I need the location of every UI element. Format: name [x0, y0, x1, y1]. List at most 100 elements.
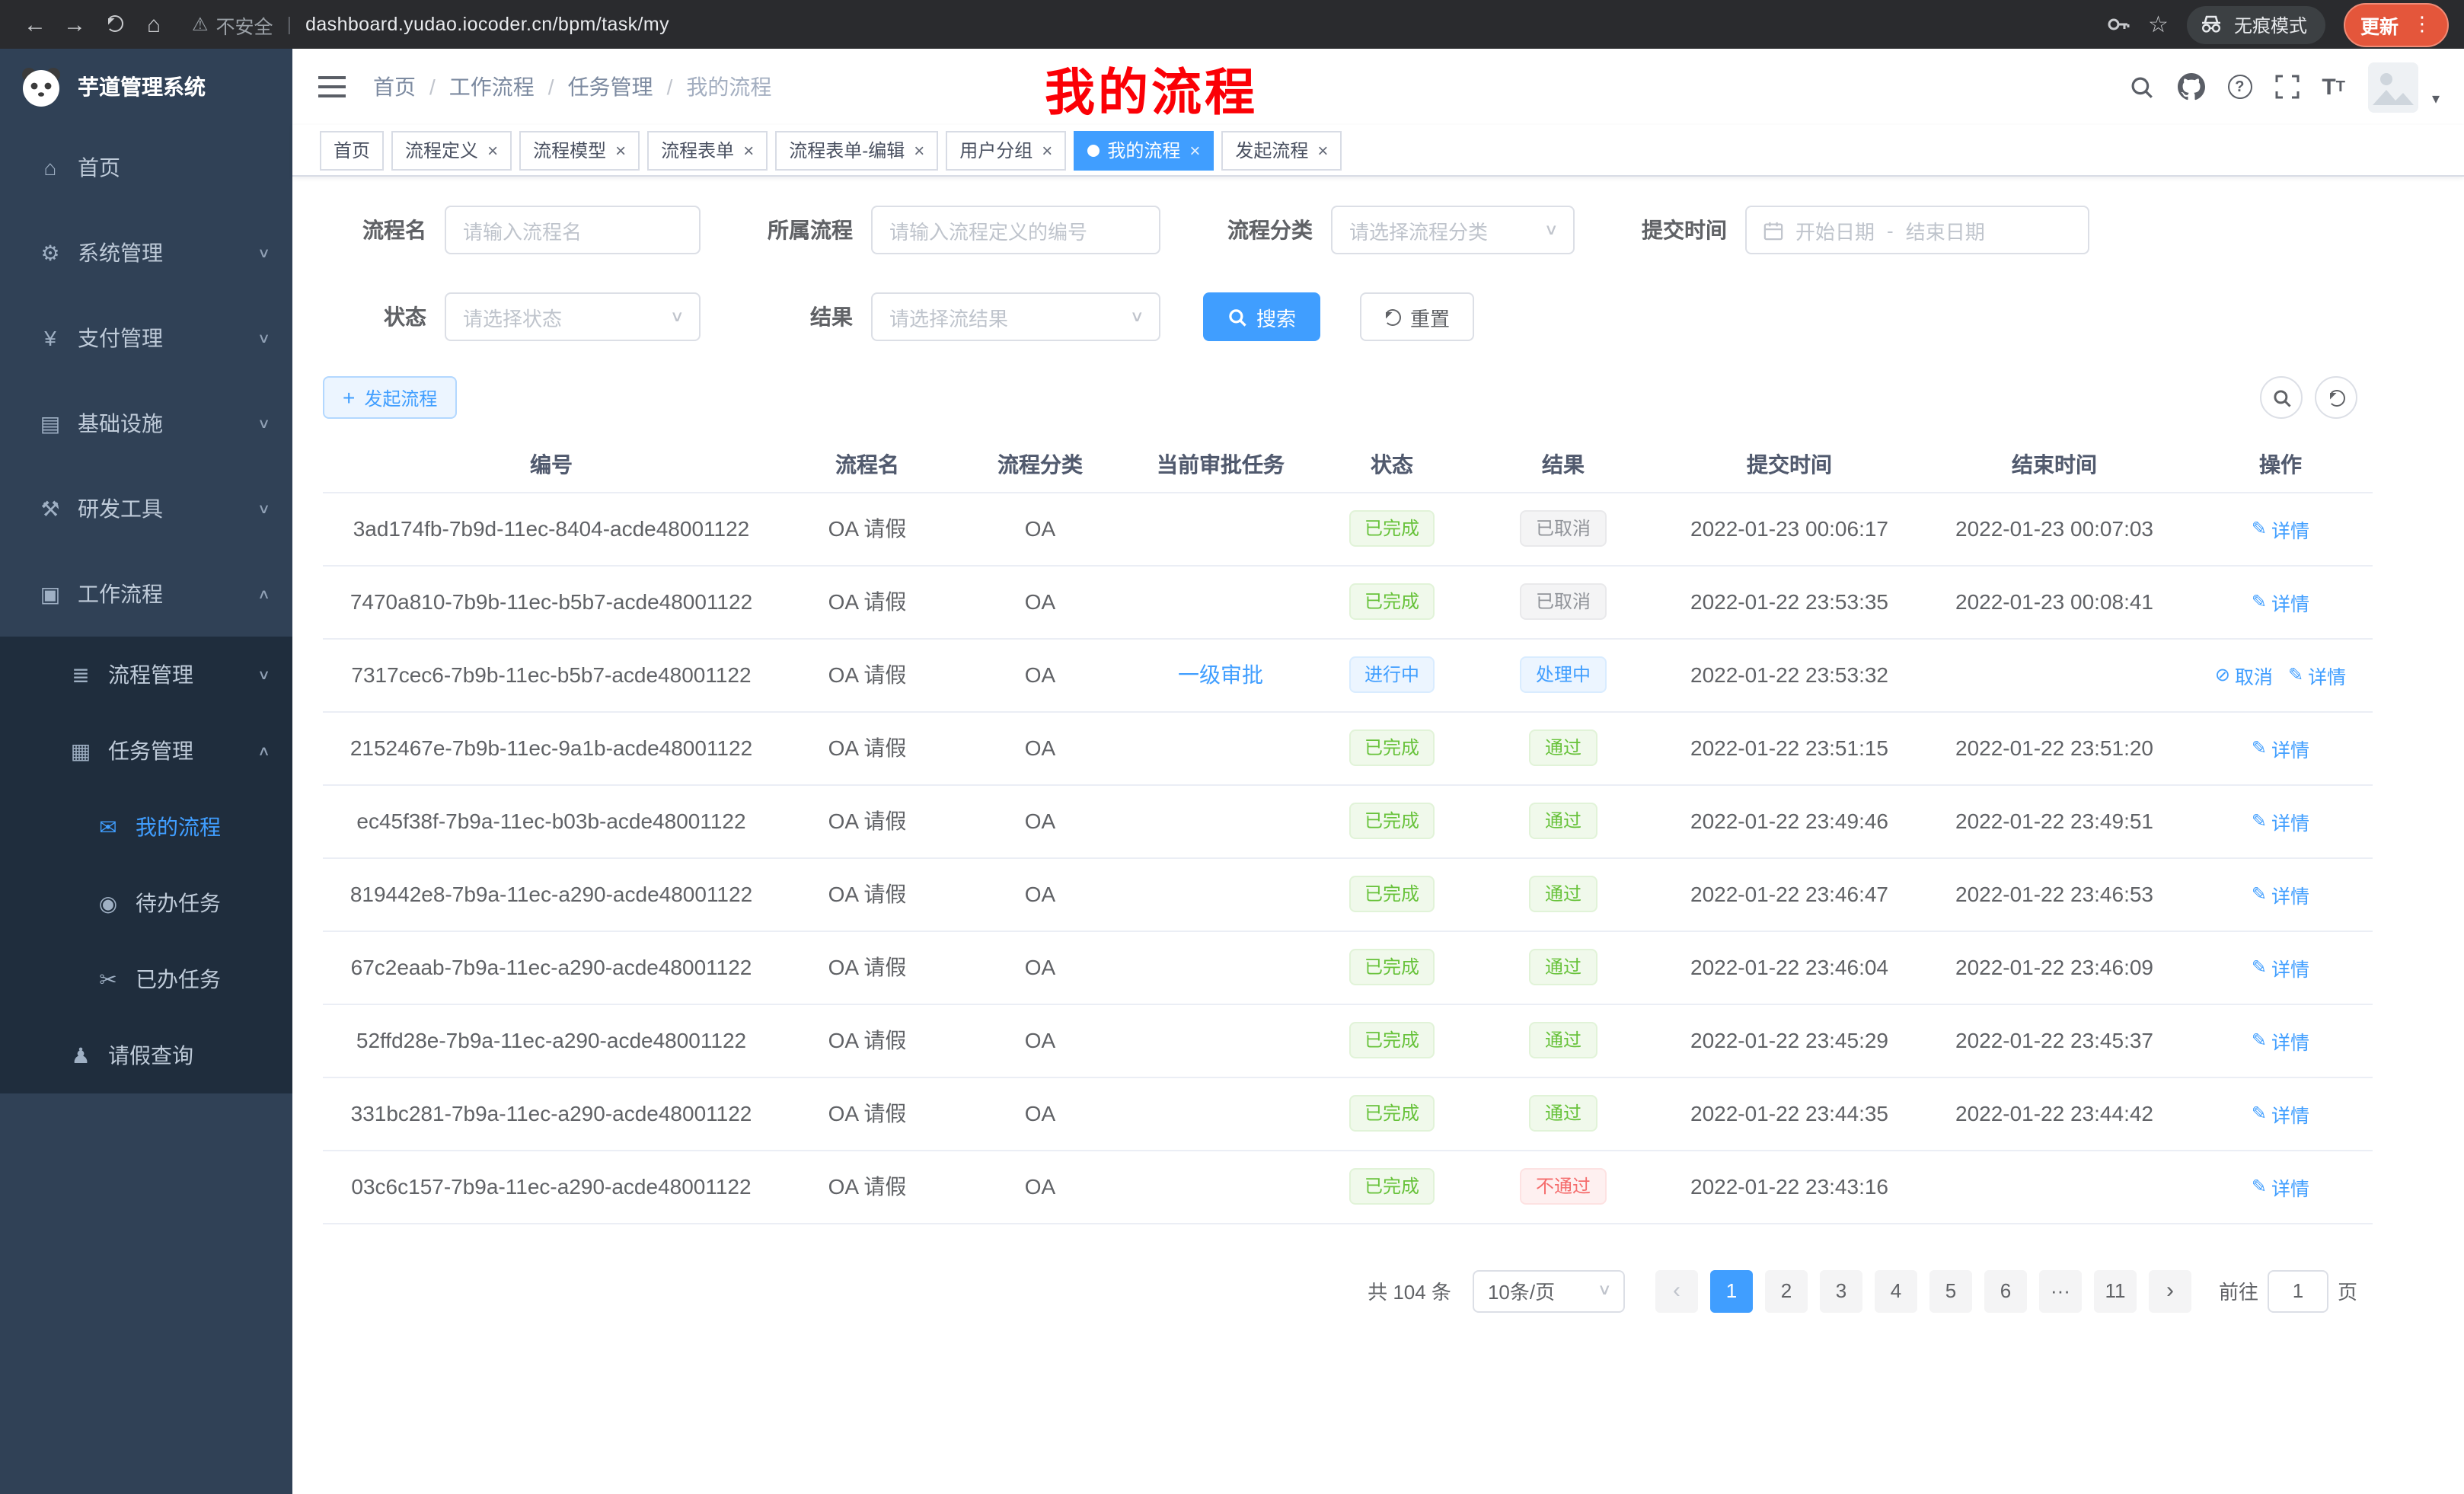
sidebar-item-home[interactable]: ⌂首页: [0, 125, 292, 210]
close-icon[interactable]: ×: [914, 139, 924, 161]
detail-action-link[interactable]: ✎详情: [2252, 587, 2309, 616]
hamburger-icon[interactable]: [292, 85, 346, 88]
status-tag: 已完成: [1349, 729, 1435, 766]
detail-action-link[interactable]: ✎详情: [2252, 1099, 2309, 1128]
page-button-3[interactable]: 3: [1820, 1269, 1862, 1312]
sidebar-item-done-task[interactable]: ✂已办任务: [0, 941, 292, 1017]
chevron-up-icon: ∧: [258, 586, 271, 602]
detail-action-link[interactable]: ✎详情: [2252, 953, 2309, 982]
sidebar-item-leave-query[interactable]: ♟请假查询: [0, 1017, 292, 1093]
search-icon[interactable]: [2128, 74, 2154, 100]
chevron-up-icon: ∧: [258, 742, 271, 759]
search-button[interactable]: 搜索: [1203, 292, 1320, 341]
close-icon[interactable]: ×: [1042, 139, 1052, 161]
process-name-cell: OA 请假: [780, 784, 955, 857]
show-search-button[interactable]: [2260, 376, 2303, 419]
current-task-cell: [1125, 1150, 1316, 1223]
tab-user-group[interactable]: 用户分组×: [946, 130, 1066, 170]
breadcrumb-item[interactable]: 任务管理: [568, 72, 653, 102]
page-size-select[interactable]: 10条/页 ∨: [1473, 1269, 1625, 1312]
tab-my-process[interactable]: 我的流程×: [1074, 130, 1214, 170]
github-icon[interactable]: [2177, 73, 2204, 101]
reset-button[interactable]: 重置: [1360, 292, 1474, 341]
home-icon: ⌂: [34, 155, 67, 180]
status-tag: 已完成: [1349, 803, 1435, 839]
browser-menu-icon[interactable]: ⋮: [2412, 12, 2432, 37]
tab-process-model[interactable]: 流程模型×: [519, 130, 640, 170]
sidebar-item-label: 支付管理: [78, 323, 163, 353]
address-bar[interactable]: ⚠ 不安全 | dashboard.yudao.iocoder.cn/bpm/t…: [192, 10, 2105, 39]
current-task-link[interactable]: 一级审批: [1178, 662, 1263, 687]
close-icon[interactable]: ×: [615, 139, 626, 161]
font-size-icon[interactable]: TT: [2322, 74, 2345, 100]
category-cell: OA: [955, 565, 1125, 638]
close-icon[interactable]: ×: [1189, 139, 1200, 161]
close-icon[interactable]: ×: [743, 139, 754, 161]
process-def-input[interactable]: 请输入流程定义的编号: [871, 206, 1160, 254]
action-label: 详情: [2308, 660, 2346, 689]
action-label: 详情: [2271, 733, 2309, 762]
tab-home[interactable]: 首页: [320, 130, 384, 170]
fullscreen-icon[interactable]: [2274, 75, 2299, 99]
forward-icon[interactable]: →: [55, 11, 94, 37]
edit-icon: ✎: [2252, 810, 2267, 832]
tab-process-form[interactable]: 流程表单×: [647, 130, 768, 170]
sidebar-item-todo-task[interactable]: ◉待办任务: [0, 865, 292, 941]
cancel-action-link[interactable]: ⊘取消: [2215, 660, 2273, 689]
refresh-table-button[interactable]: [2315, 376, 2357, 419]
page-button-11[interactable]: 11: [2094, 1269, 2137, 1312]
result-select[interactable]: 请选择流结果 ∨: [871, 292, 1160, 341]
back-icon[interactable]: ←: [15, 11, 55, 37]
help-icon[interactable]: ?: [2227, 75, 2252, 99]
sidebar-item-infrastructure[interactable]: ▤基础设施∨: [0, 381, 292, 466]
tab-start-process[interactable]: 发起流程×: [1221, 130, 1342, 170]
sidebar-item-my-process[interactable]: ✉我的流程: [0, 789, 292, 865]
close-icon[interactable]: ×: [1317, 139, 1328, 161]
avatar[interactable]: [2368, 62, 2418, 112]
sidebar-item-workflow[interactable]: ▣工作流程∧: [0, 551, 292, 637]
sidebar-item-dev-tools[interactable]: ⚒研发工具∨: [0, 466, 292, 551]
page-button-6[interactable]: 6: [1984, 1269, 2027, 1312]
breadcrumb-item[interactable]: 首页: [373, 72, 416, 102]
detail-action-link[interactable]: ✎详情: [2252, 1026, 2309, 1055]
sidebar-item-task-management[interactable]: ▦任务管理∧: [0, 713, 292, 789]
detail-action-link[interactable]: ✎详情: [2252, 514, 2309, 543]
page-button-2[interactable]: 2: [1765, 1269, 1808, 1312]
page-button-1[interactable]: 1: [1710, 1269, 1753, 1312]
reload-icon[interactable]: [94, 11, 134, 37]
prev-page-button[interactable]: ‹: [1655, 1269, 1698, 1312]
edit-icon: ✎: [2252, 518, 2267, 539]
start-process-button[interactable]: + 发起流程: [323, 376, 457, 419]
tab-process-definition[interactable]: 流程定义×: [391, 130, 512, 170]
goto-page-input[interactable]: 1: [2268, 1269, 2328, 1312]
hamburger-lines: [318, 85, 346, 88]
close-icon[interactable]: ×: [487, 139, 498, 161]
sidebar-item-process-management[interactable]: ≣流程管理∨: [0, 637, 292, 713]
sidebar-item-payment-management[interactable]: ¥支付管理∨: [0, 295, 292, 381]
tab-process-form-edit[interactable]: 流程表单-编辑×: [775, 130, 938, 170]
more-pages-button[interactable]: ···: [2039, 1269, 2082, 1312]
detail-action-link[interactable]: ✎详情: [2288, 660, 2346, 689]
password-key-icon[interactable]: [2105, 12, 2130, 37]
sidebar-item-system-management[interactable]: ⚙系统管理∨: [0, 210, 292, 295]
bookmark-star-icon[interactable]: ☆: [2148, 11, 2169, 38]
status-select[interactable]: 请选择状态 ∨: [445, 292, 701, 341]
detail-action-link[interactable]: ✎详情: [2252, 733, 2309, 762]
page-button-4[interactable]: 4: [1875, 1269, 1917, 1312]
page-button-5[interactable]: 5: [1929, 1269, 1972, 1312]
next-page-button[interactable]: ›: [2149, 1269, 2191, 1312]
caret-down-icon[interactable]: ▾: [2432, 91, 2440, 107]
detail-action-link[interactable]: ✎详情: [2252, 806, 2309, 835]
end-time-cell: 2022-01-22 23:51:20: [1920, 711, 2188, 784]
category-select[interactable]: 请选择流程分类 ∨: [1331, 206, 1575, 254]
detail-action-link[interactable]: ✎详情: [2252, 1172, 2309, 1201]
breadcrumb-separator: /: [429, 75, 436, 99]
submit-time-range-input[interactable]: 开始日期 - 结束日期: [1745, 206, 2089, 254]
breadcrumb-item[interactable]: 工作流程: [449, 72, 535, 102]
browser-home-icon[interactable]: ⌂: [134, 11, 174, 37]
action-label: 详情: [2271, 1099, 2309, 1128]
detail-action-link[interactable]: ✎详情: [2252, 879, 2309, 908]
process-name-input[interactable]: 请输入流程名: [445, 206, 701, 254]
sidebar: 芋道管理系统 ⌂首页⚙系统管理∨¥支付管理∨▤基础设施∨⚒研发工具∨▣工作流程∧…: [0, 49, 292, 1494]
browser-update-button[interactable]: 更新 ⋮: [2344, 2, 2449, 46]
